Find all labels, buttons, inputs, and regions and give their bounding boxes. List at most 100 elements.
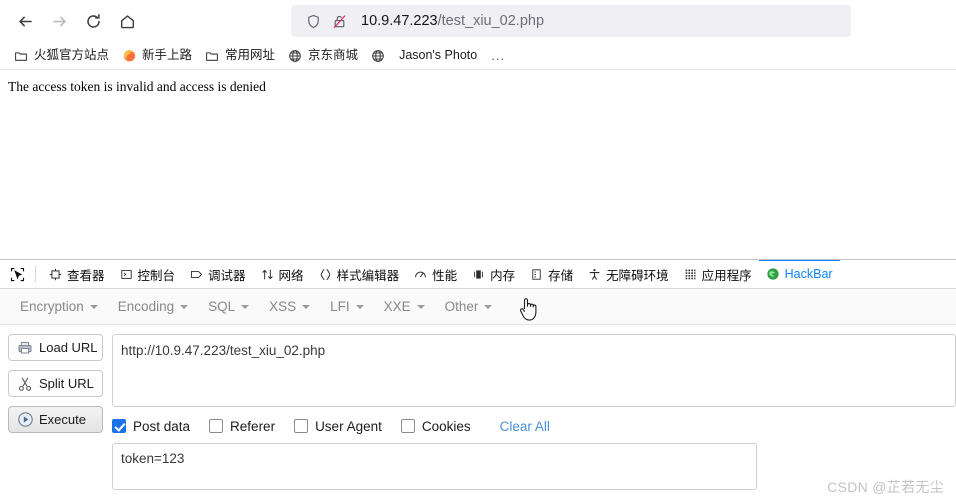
mouse-pointer-hand-cursor	[519, 298, 537, 321]
address-bar[interactable]: 10.9.47.223/test_xiu_02.php	[291, 5, 851, 37]
cookies-checkbox[interactable]: Cookies	[400, 419, 471, 434]
user-agent-checkbox[interactable]: User Agent	[294, 419, 382, 434]
accessibility-icon	[587, 267, 602, 282]
hackbar-menu-sql[interactable]: SQL	[198, 295, 259, 318]
menu-label: XXE	[383, 299, 411, 314]
hackbar-menu-xss[interactable]: XSS	[259, 295, 320, 318]
hackbar-menu-lfi[interactable]: LFI	[320, 295, 374, 318]
devtools-tab-label: 调试器	[208, 268, 246, 283]
application-icon	[683, 267, 698, 282]
page-viewport: The access token is invalid and access i…	[0, 71, 956, 259]
devtools-tab-console[interactable]: 控制台	[112, 260, 183, 288]
button-label: Split URL	[39, 376, 94, 391]
referer-checkbox[interactable]: Referer	[209, 419, 275, 434]
chevron-down-icon	[355, 304, 364, 309]
bookmark-label: 新手上路	[142, 48, 193, 63]
checkbox-box[interactable]	[400, 419, 415, 433]
devtools-tab-label: 样式编辑器	[336, 268, 400, 283]
load-url-button[interactable]: Load URL	[8, 334, 103, 361]
clear-all-link[interactable]: Clear All	[500, 419, 550, 434]
devtools-tab-storage[interactable]: 存储	[522, 260, 580, 288]
execute-icon	[16, 411, 34, 429]
storage-icon	[529, 267, 544, 282]
url-input[interactable]	[112, 334, 956, 407]
firefox-icon	[121, 48, 137, 64]
devtools-tab-label: 存储	[548, 268, 574, 283]
hackbar-body: Load URL Split URL Execute http://10.9.4…	[0, 325, 956, 490]
hackbar-options-row: Post data Referer User Agent Cookies Cle…	[112, 407, 956, 443]
menu-label: SQL	[208, 299, 236, 314]
reload-button[interactable]	[76, 4, 110, 38]
devtools-tab-network[interactable]: 网络	[253, 260, 311, 288]
checkbox-box[interactable]	[112, 419, 126, 433]
bookmark-label: 京东商城	[308, 48, 359, 63]
shield-icon[interactable]	[303, 11, 323, 31]
post-data-input[interactable]	[112, 443, 757, 490]
hackbar-menu-encryption[interactable]: Encryption	[10, 295, 108, 318]
checkbox-label: Post data	[133, 418, 191, 434]
address-bar-host: 10.9.47.223	[361, 13, 438, 29]
devtools-tab-debugger[interactable]: 调试器	[182, 260, 253, 288]
back-button[interactable]	[8, 4, 42, 38]
devtools-tab-memory[interactable]: 内存	[464, 260, 522, 288]
performance-icon	[413, 267, 428, 282]
toolbar-divider	[35, 266, 36, 282]
hackbar-menubar: Encryption Encoding SQL XSS LFI XXE Othe…	[0, 289, 956, 325]
checkbox-box[interactable]	[209, 419, 224, 433]
page-message-text: The access token is invalid and access i…	[8, 79, 266, 94]
forward-arrow-icon	[52, 16, 66, 26]
browser-chrome: 10.9.47.223/test_xiu_02.php 火狐官方站点 新手上路	[0, 0, 956, 71]
execute-button[interactable]: Execute	[8, 406, 103, 433]
menu-label: Encoding	[117, 299, 175, 314]
devtools-tab-application[interactable]: 应用程序	[676, 260, 759, 288]
network-icon	[260, 267, 275, 282]
forward-button[interactable]	[42, 4, 76, 38]
bookmarks-overflow-button[interactable]: ...	[483, 48, 513, 63]
home-button[interactable]	[110, 4, 144, 38]
devtools-tab-label: 网络	[278, 268, 304, 283]
lock-broken-icon[interactable]	[329, 11, 349, 31]
hackbar-menu-other[interactable]: Other	[435, 295, 503, 318]
chevron-down-icon	[416, 304, 425, 309]
split-url-button[interactable]: Split URL	[8, 370, 103, 397]
load-url-icon	[16, 339, 34, 357]
checkbox-label: Referer	[230, 418, 276, 434]
bookmark-item[interactable]: 常用网址	[198, 45, 281, 67]
globe-icon	[287, 48, 303, 64]
chevron-down-icon	[89, 304, 98, 309]
inspector-icon	[48, 267, 63, 282]
checkbox-box[interactable]	[294, 419, 309, 433]
hackbar-menu-encoding[interactable]: Encoding	[108, 295, 198, 318]
devtools-tab-label: 内存	[490, 268, 516, 283]
folder-icon	[13, 48, 29, 64]
bookmark-item[interactable]: 京东商城	[281, 45, 364, 67]
devtools-tab-performance[interactable]: 性能	[406, 260, 464, 288]
chevron-down-icon	[180, 304, 189, 309]
devtools-toolbar: 查看器 控制台 调试器 网络 样式编辑器 性能 内存 存储 无障碍环境 应用程序…	[0, 260, 956, 289]
bookmark-item[interactable]: 新手上路	[115, 45, 198, 67]
back-arrow-icon	[18, 16, 32, 26]
bookmark-item[interactable]: Jason's Photo	[364, 45, 483, 67]
menu-label: LFI	[330, 299, 350, 314]
devtools-tab-accessibility[interactable]: 无障碍环境	[580, 260, 676, 288]
reload-icon	[86, 13, 100, 28]
devtools-tab-label: 无障碍环境	[606, 268, 669, 283]
bookmark-item[interactable]: 火狐官方站点	[7, 45, 115, 67]
bookmark-label: 火狐官方站点	[34, 48, 110, 63]
devtools-tab-label: 性能	[432, 268, 458, 283]
button-label: Execute	[39, 412, 86, 427]
bookmark-label: 常用网址	[225, 48, 276, 63]
post-data-checkbox[interactable]: Post data	[112, 419, 190, 434]
element-picker-icon[interactable]	[4, 262, 30, 286]
devtools-tab-label: 应用程序	[701, 268, 752, 283]
hackbar-fields: Post data Referer User Agent Cookies C	[112, 334, 956, 490]
devtools-tab-style-editor[interactable]: 样式编辑器	[311, 260, 407, 288]
address-bar-container: 10.9.47.223/test_xiu_02.php	[160, 5, 948, 37]
devtools-tab-hackbar[interactable]: HackBar	[758, 260, 840, 288]
hackbar-panel: Encryption Encoding SQL XSS LFI XXE Othe…	[0, 289, 956, 504]
style-editor-icon	[318, 267, 333, 282]
checkbox-label: User Agent	[315, 418, 382, 434]
hackbar-menu-xxe[interactable]: XXE	[374, 295, 435, 318]
debugger-icon	[189, 267, 204, 282]
devtools-tab-inspector[interactable]: 查看器	[41, 260, 112, 288]
